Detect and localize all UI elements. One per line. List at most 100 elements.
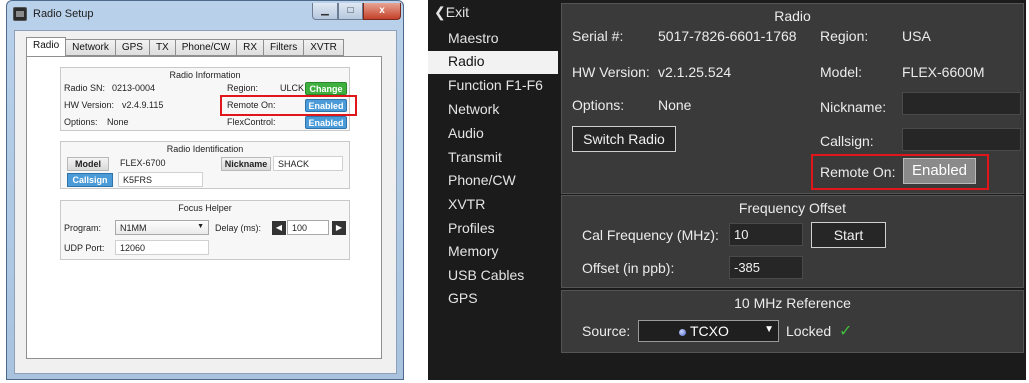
- region-label: Region:: [227, 83, 259, 93]
- tab-xvtr[interactable]: XVTR: [304, 39, 344, 56]
- callsign-field[interactable]: [902, 128, 1021, 151]
- region-label: Region:: [820, 28, 869, 44]
- focus-helper-heading: Focus Helper: [178, 203, 232, 213]
- radio-information-group: Radio Information Radio SN: 0213-0004 Re…: [60, 67, 357, 131]
- reference-panel: 10 MHz Reference Source: TCXO ▼ Locked ✓: [561, 290, 1024, 353]
- region-value: ULCK: [280, 83, 305, 93]
- locked-label: Locked: [786, 323, 832, 339]
- radio-panel: Radio Serial #: 5017-7826-6601-1768 Regi…: [561, 3, 1024, 194]
- dropdown-arrow-icon: ▼: [197, 223, 204, 230]
- radio-sn-label: Radio SN:: [64, 83, 106, 93]
- cal-frequency-field[interactable]: 10: [729, 223, 803, 246]
- nav-item-radio[interactable]: Radio: [428, 51, 558, 74]
- tab-rx[interactable]: RX: [237, 39, 264, 56]
- region-value: USA: [902, 28, 931, 44]
- nav-item-usb-cables[interactable]: USB Cables: [428, 265, 558, 288]
- switch-radio-button[interactable]: Switch Radio: [572, 126, 676, 152]
- nav-item-gps[interactable]: GPS: [428, 288, 558, 311]
- tab-filters[interactable]: Filters: [264, 39, 305, 56]
- flexcontrol-toggle[interactable]: Enabled: [305, 116, 347, 129]
- nav-item-audio[interactable]: Audio: [428, 123, 558, 146]
- program-label: Program:: [64, 223, 102, 233]
- callsign-label: Callsign: [67, 173, 113, 187]
- app-icon: [13, 7, 27, 21]
- source-label: Source:: [582, 323, 631, 339]
- model-label: Model:: [820, 64, 863, 80]
- radio-setup-window: Radio Setup ▁ □ x Radio Network GPS TX P…: [6, 0, 404, 380]
- nav-item-network[interactable]: Network: [428, 99, 558, 122]
- nav-item-profiles[interactable]: Profiles: [428, 218, 558, 241]
- nickname-field[interactable]: [902, 92, 1021, 115]
- focus-helper-group: Focus Helper Program: N1MM ▼ Delay (ms):…: [60, 200, 350, 260]
- chevron-left-icon: ❮: [434, 4, 446, 20]
- udp-port-field[interactable]: 12060: [115, 240, 209, 255]
- hw-version-label: HW Version:: [64, 100, 115, 110]
- hw-version-value: v2.1.25.524: [658, 64, 732, 80]
- maximize-button[interactable]: □: [338, 3, 363, 20]
- model-value: FLEX-6600M: [902, 64, 985, 80]
- dialog-client: Radio Network GPS TX Phone/CW RX Filters…: [14, 30, 397, 374]
- source-value: TCXO: [690, 323, 729, 339]
- nav-item-maestro[interactable]: Maestro: [428, 28, 558, 51]
- settings-panel: ❮Exit Maestro Radio Function F1-F6 Netwo…: [428, 0, 1026, 380]
- nickname-label: Nickname:: [820, 99, 887, 115]
- callsign-label: Callsign:: [820, 133, 874, 149]
- reference-heading: 10 MHz Reference: [734, 295, 851, 311]
- model-label: Model: [67, 157, 109, 171]
- settings-nav: ❮Exit Maestro Radio Function F1-F6 Netwo…: [428, 0, 558, 380]
- close-button[interactable]: x: [363, 3, 401, 20]
- radio-heading: Radio: [774, 8, 811, 24]
- window-title: Radio Setup: [33, 8, 94, 20]
- program-value: N1MM: [120, 223, 147, 233]
- nav-item-phone-cw[interactable]: Phone/CW: [428, 170, 558, 193]
- radio-tab-page: Radio Information Radio SN: 0213-0004 Re…: [26, 56, 382, 359]
- radio-identification-group: Radio Identification Model FLEX-6700 Nic…: [60, 141, 350, 189]
- options-label: Options:: [64, 117, 98, 127]
- radio-identification-heading: Radio Identification: [166, 144, 244, 154]
- start-button[interactable]: Start: [811, 222, 886, 248]
- tab-strip: Radio Network GPS TX Phone/CW RX Filters…: [26, 37, 344, 57]
- checkmark-icon: ✓: [839, 323, 853, 340]
- radio-information-heading: Radio Information: [169, 70, 241, 80]
- delay-label: Delay (ms):: [215, 223, 262, 233]
- increase-delay-button[interactable]: ▶: [332, 221, 346, 235]
- highlight-box: [220, 95, 357, 116]
- exit-button[interactable]: ❮Exit: [434, 4, 469, 21]
- udp-port-label: UDP Port:: [64, 243, 105, 253]
- cal-frequency-label: Cal Frequency (MHz):: [582, 227, 719, 243]
- change-region-button[interactable]: Change: [305, 82, 347, 95]
- dropdown-arrow-icon: ▼: [764, 324, 774, 335]
- nav-item-memory[interactable]: Memory: [428, 241, 558, 264]
- program-select[interactable]: N1MM ▼: [115, 220, 209, 235]
- offset-label: Offset (in ppb):: [582, 260, 675, 276]
- options-value: None: [658, 97, 692, 113]
- nickname-field[interactable]: SHACK: [273, 156, 343, 171]
- tab-gps[interactable]: GPS: [115, 39, 150, 56]
- tab-network[interactable]: Network: [66, 39, 116, 56]
- nav-item-function[interactable]: Function F1-F6: [428, 75, 558, 98]
- tab-phone-cw[interactable]: Phone/CW: [175, 39, 238, 56]
- options-label: Options:: [572, 97, 625, 113]
- source-select[interactable]: TCXO ▼: [638, 320, 779, 342]
- status-dot-icon: [679, 329, 686, 336]
- radio-sn-value: 0213-0004: [112, 83, 156, 93]
- frequency-offset-panel: Frequency Offset Cal Frequency (MHz): 10…: [561, 195, 1024, 288]
- minimize-button[interactable]: ▁: [312, 3, 338, 20]
- nickname-label: Nickname: [221, 157, 271, 171]
- hw-version-value: v2.4.9.115: [122, 100, 164, 110]
- tab-tx[interactable]: TX: [149, 39, 176, 56]
- delay-field[interactable]: 100: [287, 220, 329, 235]
- serial-label: Serial #:: [572, 28, 624, 44]
- tab-radio[interactable]: Radio: [26, 37, 67, 57]
- frequency-offset-heading: Frequency Offset: [738, 200, 847, 216]
- title-bar[interactable]: Radio Setup ▁ □ x: [7, 1, 403, 29]
- decrease-delay-button[interactable]: ◀: [272, 221, 286, 235]
- nav-item-xvtr[interactable]: XVTR: [428, 194, 558, 217]
- options-value: None: [107, 117, 129, 127]
- serial-value: 5017-7826-6601-1768: [658, 28, 797, 44]
- nav-item-transmit[interactable]: Transmit: [428, 147, 558, 170]
- flexcontrol-label: FlexControl:: [227, 117, 276, 127]
- offset-field[interactable]: -385: [729, 256, 803, 279]
- callsign-field[interactable]: K5FRS: [118, 172, 203, 187]
- highlight-box: [811, 154, 989, 190]
